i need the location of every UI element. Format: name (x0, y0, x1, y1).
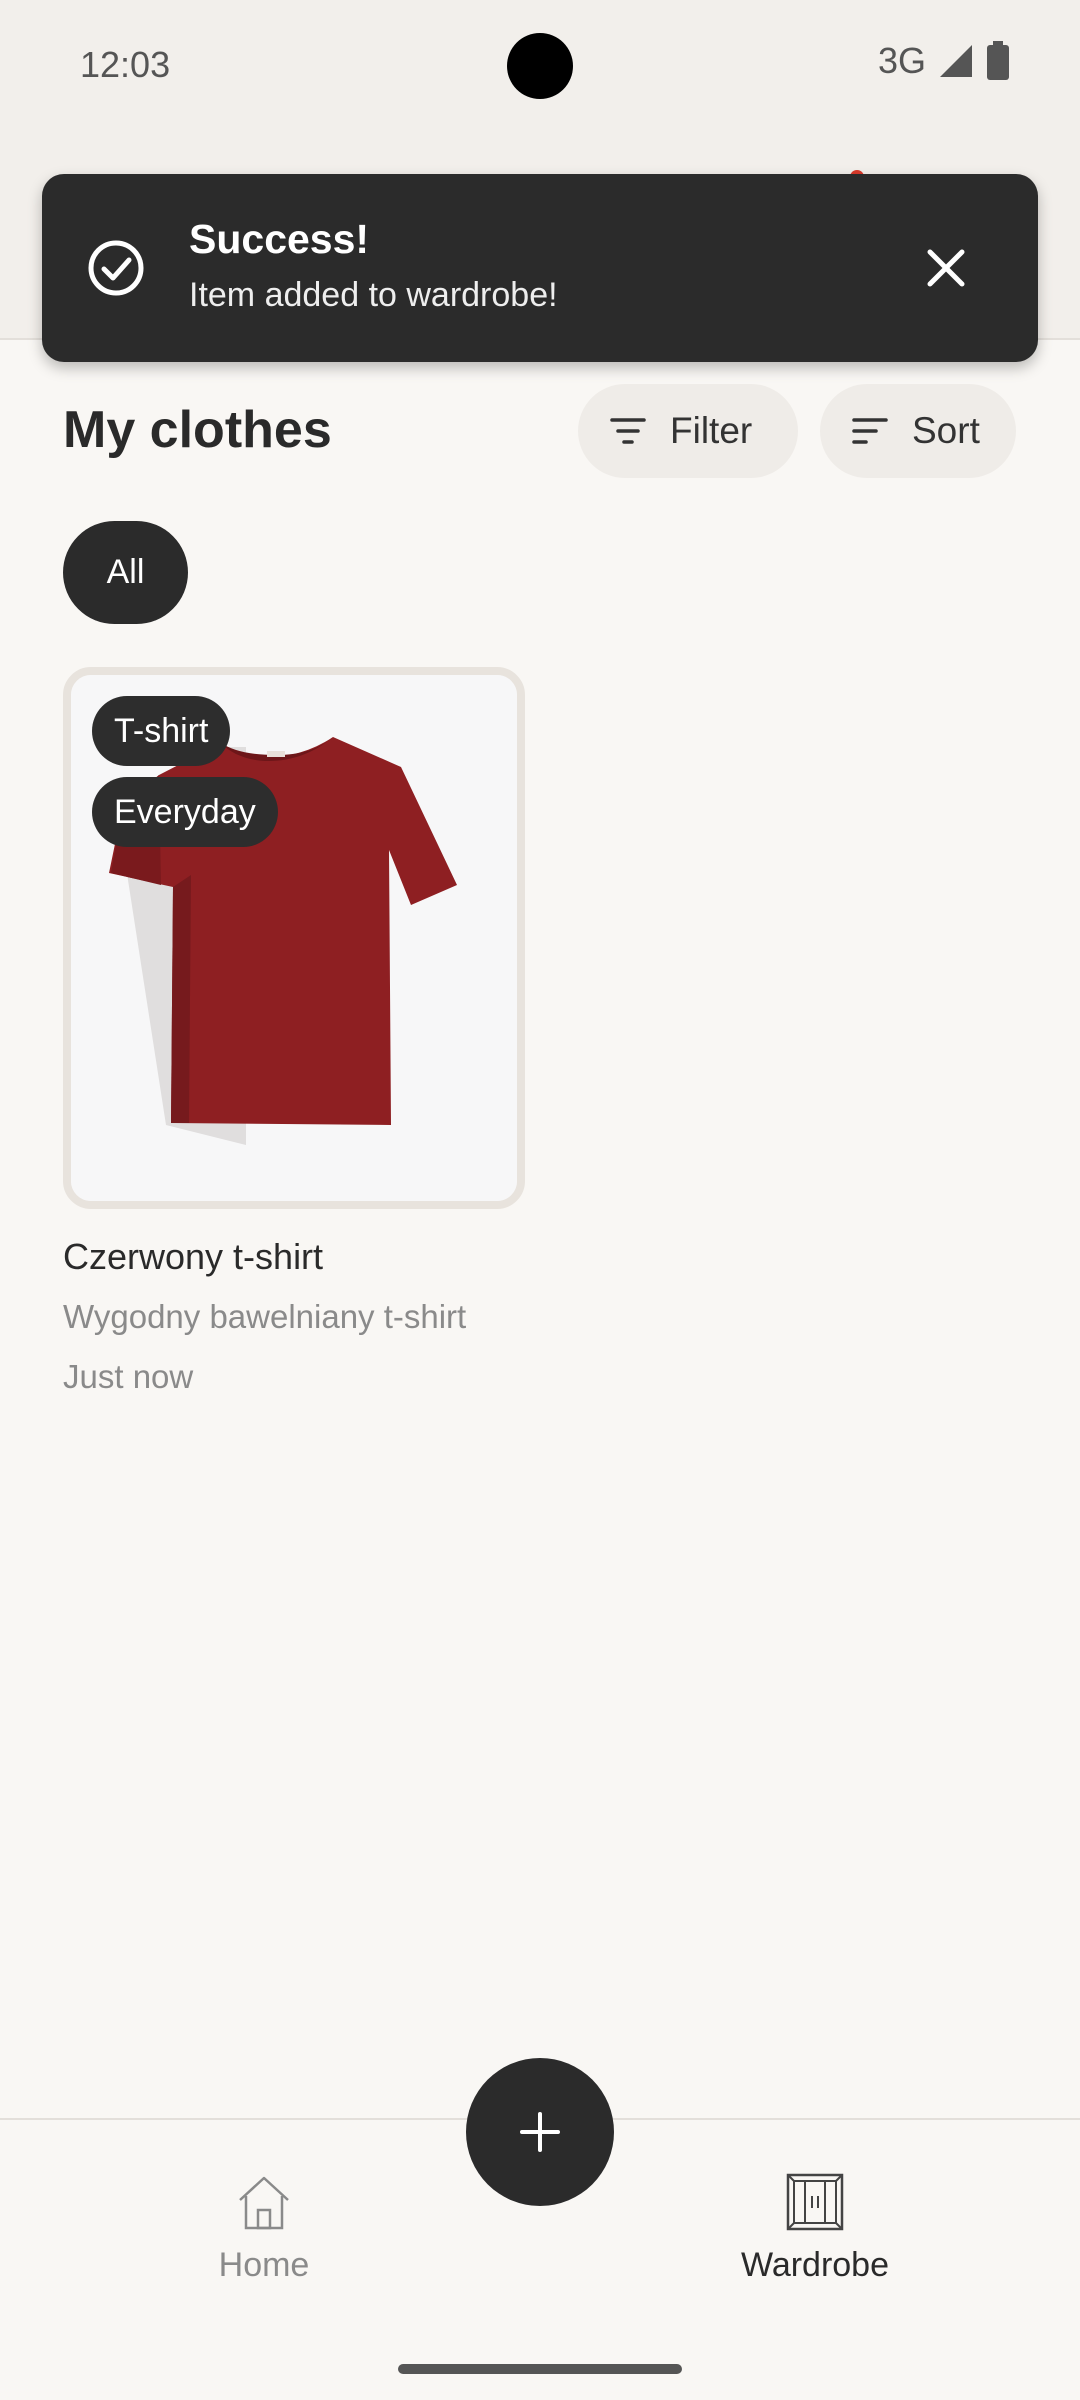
tag-category: T-shirt (92, 696, 231, 766)
status-icons: 3G (878, 40, 1010, 82)
wardrobe-icon (786, 2173, 844, 2231)
nav-wardrobe-label: Wardrobe (740, 2246, 890, 2284)
status-bar: 12:03 3G (0, 0, 1080, 130)
network-type: 3G (877, 40, 926, 81)
chip-all[interactable]: All (63, 521, 188, 624)
filter-icon (610, 418, 646, 444)
add-item-button[interactable] (466, 2058, 614, 2206)
nav-home-label: Home (218, 2246, 310, 2284)
item-name: Czerwony t-shirt (63, 1236, 324, 1277)
gesture-bar[interactable] (398, 2364, 682, 2374)
nav-wardrobe[interactable]: Wardrobe (695, 2172, 935, 2285)
status-time: 12:03 (80, 44, 171, 85)
camera-cutout (507, 33, 573, 99)
sort-button[interactable]: Sort (820, 384, 1016, 478)
success-snackbar: Success! Item added to wardrobe! (42, 174, 1038, 362)
snackbar-title: Success! (189, 216, 370, 262)
sort-label: Sort (912, 410, 980, 451)
filter-button[interactable]: Filter (578, 384, 798, 478)
plus-icon (520, 2112, 560, 2152)
close-icon[interactable] (918, 240, 974, 296)
sort-icon (852, 418, 888, 444)
item-added-time: Just now (63, 1358, 194, 1395)
snackbar-message: Item added to wardrobe! (189, 276, 558, 314)
item-card[interactable]: T-shirt Everyday (63, 667, 525, 1209)
tag-occasion: Everyday (92, 777, 278, 847)
check-circle-icon (88, 240, 144, 296)
battery-icon (987, 41, 1009, 80)
screen: 12:03 3G Success! Item added to wardrobe… (0, 0, 1080, 2400)
house-icon (239, 2176, 289, 2230)
page-title: My clothes (63, 401, 332, 459)
signal-icon (940, 45, 972, 77)
nav-home[interactable]: Home (144, 2172, 384, 2285)
item-description: Wygodny bawelniany t-shirt (63, 1298, 467, 1335)
filter-label: Filter (670, 410, 753, 451)
